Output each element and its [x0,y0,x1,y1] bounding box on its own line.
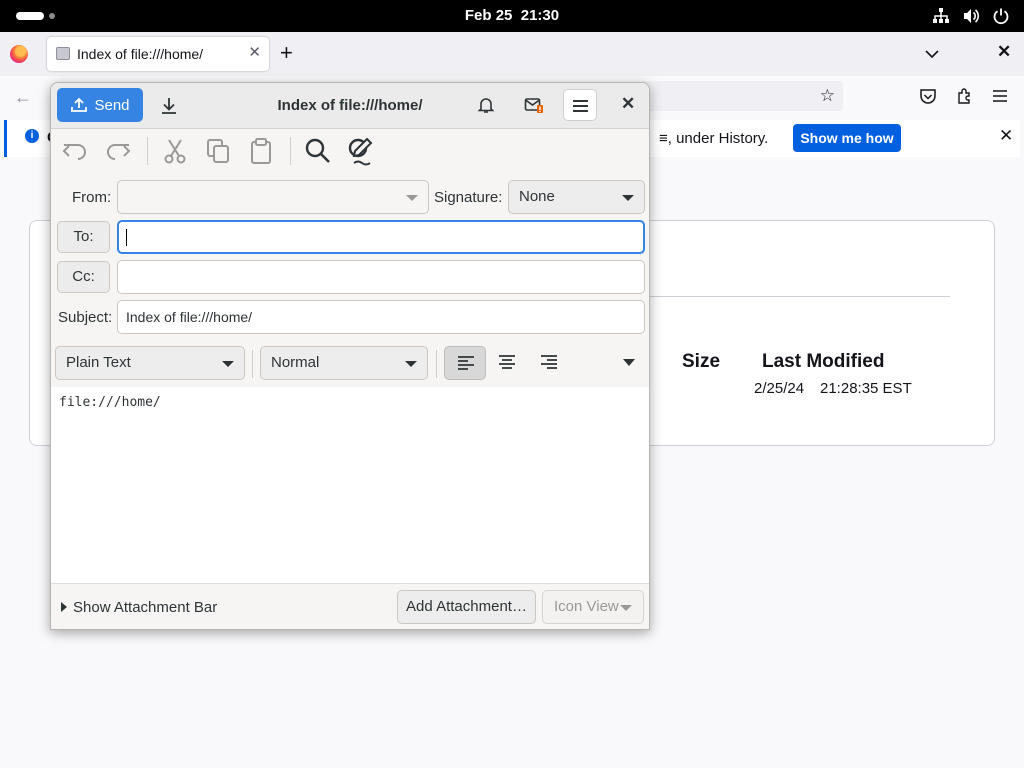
show-attachment-bar-toggle[interactable]: Show Attachment Bar [61,599,217,616]
align-center-button[interactable] [486,346,528,380]
subject-label: Subject: [58,309,113,326]
page-favicon-icon [56,47,70,60]
align-right-icon [541,355,557,369]
find-search-icon[interactable] [303,136,333,166]
tab-title: Index of file:///home/ [77,46,204,62]
network-icon [933,8,949,23]
undo-icon[interactable] [60,136,90,166]
spell-check-icon[interactable] [346,136,376,166]
toolbar-separator [436,350,437,378]
power-icon [993,8,1009,25]
view-mode-combo[interactable]: Icon View [542,590,644,624]
bell-icon[interactable] [477,96,495,114]
column-header-size[interactable]: Size [682,351,720,373]
message-body-editor[interactable]: file:///home/ [51,387,649,583]
to-field[interactable] [117,220,645,254]
format-toolbar: Plain Text Normal [51,341,649,387]
tab-close-icon[interactable]: ✕ [248,43,261,61]
chevron-down-icon [622,195,634,201]
align-center-icon [499,355,515,369]
chevron-down-icon [222,361,234,367]
extensions-puzzle-icon[interactable] [956,87,974,105]
signature-label: Signature: [434,189,503,206]
notification-text: ≡, under History. [659,130,769,147]
url-bar[interactable]: ☆ [640,81,843,111]
chevron-down-icon [406,195,418,201]
compose-header-bar: Send Index of file:///home/ ✕ [51,83,649,129]
mail-priority-icon[interactable] [524,96,544,114]
clock-date: Feb 25 [464,7,513,24]
signature-combo[interactable]: None [508,180,645,214]
from-label: From: [72,189,112,206]
bookmark-star-icon[interactable]: ☆ [820,86,835,106]
chevron-down-icon [405,361,417,367]
tab-list-chevron-down-icon[interactable] [924,46,940,62]
compose-window: Send Index of file:///home/ ✕ From: Sign… [50,82,650,630]
attachment-bar: Show Attachment Bar Add Attachment… Icon… [51,583,649,629]
signature-value: None [519,188,555,205]
browser-tab[interactable]: Index of file:///home/ ✕ [47,37,269,71]
toolbar-separator [147,137,148,165]
align-left-icon [458,356,474,370]
view-mode-value: Icon View [554,598,619,615]
divider [650,296,950,297]
add-attachment-button[interactable]: Add Attachment… [397,590,536,624]
paragraph-style-combo[interactable]: Normal [260,346,428,380]
copy-icon[interactable] [203,136,233,166]
toolbar-separator [290,137,291,165]
info-icon: i [25,129,39,143]
subject-field[interactable]: Index of file:///home/ [117,300,645,334]
attachment-toggle-label: Show Attachment Bar [73,599,218,616]
pocket-icon[interactable] [919,87,937,105]
to-button[interactable]: To: [57,221,110,253]
toolbar-separator [252,350,253,378]
cc-field[interactable] [117,260,645,294]
row-time: 21:28:35 EST [820,380,912,397]
align-left-button[interactable] [444,346,486,380]
format-mode-combo[interactable]: Plain Text [55,346,245,380]
paragraph-style-value: Normal [271,354,320,371]
column-header-last-modified[interactable]: Last Modified [762,351,884,373]
show-me-how-button[interactable]: Show me how [793,124,901,152]
from-account-combo[interactable] [117,180,429,214]
back-arrow-icon[interactable]: ← [14,87,32,108]
window-close-icon[interactable]: ✕ [997,42,1011,62]
system-tray[interactable] [932,7,1010,25]
compose-close-icon[interactable]: ✕ [621,94,635,114]
subject-value: Index of file:///home/ [126,309,253,325]
clock-time: 21:30 [520,7,560,24]
cut-scissors-icon[interactable] [160,136,190,166]
text-caret [126,229,127,246]
notification-close-icon[interactable]: ✕ [999,126,1013,146]
overflow-chevron-down-icon[interactable] [623,359,635,367]
firefox-logo-icon[interactable] [10,45,28,63]
message-body-text: file:///home/ [59,395,161,410]
redo-icon[interactable] [103,136,133,166]
new-tab-plus-icon[interactable]: + [280,41,293,65]
align-right-button[interactable] [528,346,570,380]
compose-title: Index of file:///home/ [277,97,423,114]
system-clock[interactable]: Feb 25 21:30 [0,7,1024,24]
compose-menu-button[interactable] [563,89,597,121]
row-date: 2/25/24 [754,380,805,397]
expander-arrow-icon [61,602,67,612]
edit-toolbar [51,129,649,173]
chevron-down-icon [620,605,632,611]
format-mode-value: Plain Text [66,354,131,371]
browser-tab-strip: Index of file:///home/ ✕ + ✕ [0,32,1024,76]
paste-clipboard-icon[interactable] [246,136,276,166]
cc-button[interactable]: Cc: [57,261,110,293]
app-menu-hamburger-icon[interactable] [991,87,1009,105]
volume-icon [964,9,980,23]
system-top-bar: Feb 25 21:30 [0,0,1024,32]
